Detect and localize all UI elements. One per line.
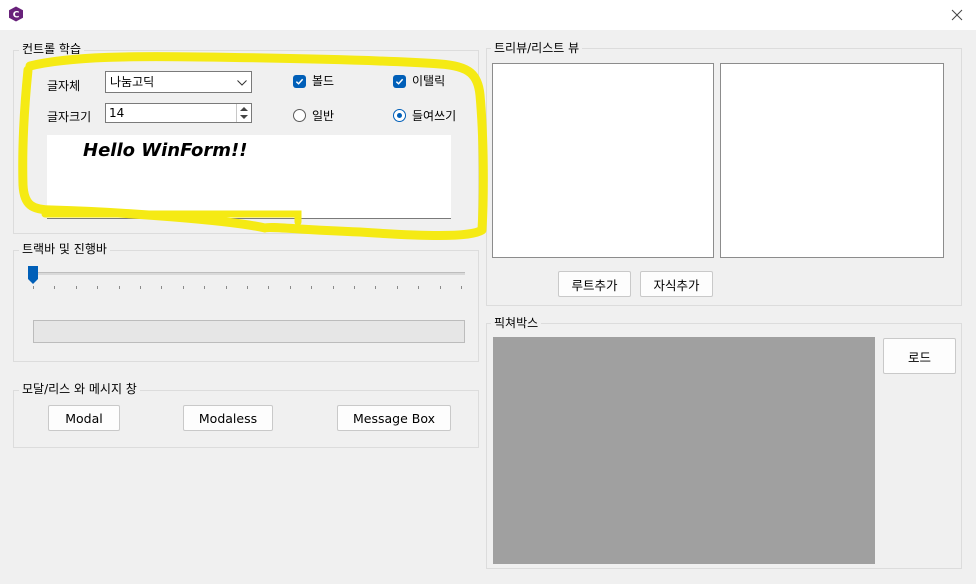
italic-label[interactable]: 이탤릭 — [412, 74, 445, 88]
trackbar-tick — [461, 286, 462, 289]
trackbar-tick — [140, 286, 141, 289]
messagebox-button[interactable]: Message Box — [337, 405, 451, 431]
font-combobox[interactable]: 나눔고딕 — [105, 71, 252, 93]
font-combobox-value: 나눔고딕 — [110, 75, 155, 89]
load-button[interactable]: 로드 — [883, 338, 956, 374]
checkmark-icon — [295, 78, 304, 85]
indent-label[interactable]: 들여쓰기 — [412, 109, 456, 123]
modal-group-title: 모달/리스 와 메시지 창 — [19, 382, 140, 396]
tree-view[interactable] — [492, 63, 714, 258]
close-icon[interactable] — [948, 6, 966, 24]
trackbar-tick — [204, 286, 206, 289]
trackbar-tick — [33, 286, 34, 289]
normal-label[interactable]: 일반 — [312, 109, 334, 123]
trackbar-thumb[interactable] — [27, 265, 39, 285]
size-value: 14 — [109, 106, 125, 120]
csharp-icon: C — [9, 6, 23, 22]
trackbar-tick — [418, 286, 420, 289]
progress-bar — [33, 320, 465, 343]
checkmark-icon — [395, 78, 404, 85]
preview-textbox[interactable]: Hello WinForm!! — [47, 135, 451, 219]
spin-up-icon[interactable] — [240, 107, 248, 111]
chevron-down-icon — [237, 80, 247, 86]
list-view[interactable] — [720, 63, 944, 258]
svg-text:C: C — [13, 11, 20, 21]
trackbar-tick — [268, 286, 270, 289]
trackbar-tick — [54, 286, 56, 289]
trackbar-tick — [375, 286, 377, 289]
bold-checkbox[interactable] — [293, 75, 306, 88]
size-spin-buttons[interactable] — [236, 104, 251, 122]
trackbar-tick — [311, 286, 313, 289]
modal-button[interactable]: Modal — [48, 405, 120, 431]
trackbar-tick — [161, 286, 163, 289]
trackbar-tick — [439, 286, 441, 289]
picture-box — [493, 337, 875, 564]
modaless-button[interactable]: Modaless — [183, 405, 273, 431]
trackbar-tick — [289, 286, 291, 289]
trackbar-track[interactable] — [30, 272, 465, 275]
picture-group-title: 픽쳐박스 — [491, 316, 542, 330]
trackbar-tick — [396, 286, 398, 289]
trackbar-tick — [332, 286, 334, 289]
trackbar-tick — [225, 286, 227, 289]
add-child-button[interactable]: 자식추가 — [640, 271, 713, 297]
title-bar — [0, 0, 976, 30]
preview-text: Hello WinForm!! — [83, 140, 248, 161]
trackbar-tick — [118, 286, 120, 289]
add-root-button[interactable]: 루트추가 — [558, 271, 631, 297]
italic-checkbox[interactable] — [393, 75, 406, 88]
trackbar-tick — [182, 286, 184, 289]
size-label: 글자크기 — [47, 110, 92, 124]
font-label: 글자체 — [47, 79, 81, 93]
controls-group-title: 컨트롤 학습 — [19, 42, 85, 56]
spin-down-icon[interactable] — [240, 115, 248, 119]
trackbar-groupbox — [13, 250, 479, 362]
trackbar-tick — [247, 286, 248, 289]
tree-group-title: 트리뷰/리스트 뷰 — [491, 41, 583, 55]
trackbar-tick — [75, 286, 77, 289]
bold-label[interactable]: 볼드 — [312, 74, 334, 88]
size-numeric-updown[interactable]: 14 — [105, 103, 252, 123]
normal-radio[interactable] — [293, 109, 306, 122]
trackbar-group-title: 트랙바 및 진행바 — [19, 242, 110, 256]
trackbar-tick — [97, 286, 99, 289]
indent-radio[interactable] — [393, 109, 406, 122]
trackbar-tick — [354, 286, 355, 289]
